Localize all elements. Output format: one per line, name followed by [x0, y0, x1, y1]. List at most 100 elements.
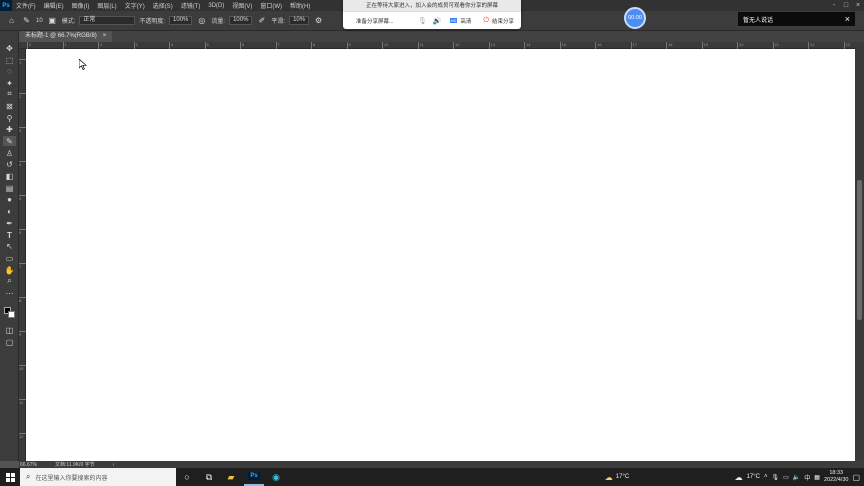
pen-tool-icon[interactable]: ✒	[3, 218, 16, 228]
crop-tool-icon[interactable]: ⌗	[3, 89, 16, 99]
healing-brush-tool-icon[interactable]: ✚	[3, 124, 16, 134]
cortana-icon[interactable]: ○	[177, 468, 197, 486]
share-controls: 准备分享屏幕... 🎙 🔊 HD 高清 ⏻ 结束分享	[343, 14, 521, 27]
quality-label[interactable]: 高清	[460, 17, 471, 25]
pressure-opacity-icon[interactable]: ◎	[196, 15, 207, 26]
brush-panel-icon[interactable]: ▣	[47, 15, 58, 26]
weather-partly-cloudy-icon: ☁	[604, 472, 613, 482]
meeting-app-icon[interactable]: ◉	[266, 468, 286, 486]
blur-tool-icon[interactable]: ●	[3, 194, 16, 204]
smoothing-field[interactable]: 10%	[289, 16, 310, 25]
ruler-tick-label: 6	[19, 229, 26, 235]
windows-start-button[interactable]	[0, 468, 20, 486]
ruler-tick-label: 2	[98, 42, 103, 49]
menu-help[interactable]: 帮助(H)	[286, 1, 314, 10]
frame-tool-icon[interactable]: ⊠	[3, 101, 16, 111]
ruler-tick-label: 6	[240, 42, 245, 49]
tab-bar	[19, 31, 864, 42]
weather-widget[interactable]: ☁ 17°C	[592, 468, 642, 486]
path-select-tool-icon[interactable]: ↖	[3, 241, 16, 251]
microphone-tray-icon[interactable]: 🎙	[772, 474, 780, 481]
network-icon[interactable]: ▭	[783, 474, 789, 481]
status-arrow-icon[interactable]: ›	[113, 462, 115, 468]
speaker-panel-close-icon[interactable]: ×	[845, 14, 850, 24]
speaker-icon[interactable]: 🔊	[433, 17, 442, 25]
stop-share-icon[interactable]: ⏻	[483, 17, 489, 25]
ruler-tick-label: 11	[19, 399, 26, 405]
home-icon[interactable]: ⌂	[6, 15, 17, 26]
rectangle-tool-icon[interactable]: ▭	[3, 253, 16, 263]
ruler-tick-label: 12	[19, 433, 26, 439]
brush-tool-icon-active[interactable]: ✎	[3, 136, 16, 146]
taskbar-search-input[interactable]: ⌕ 在这里输入你要搜索的内容	[20, 468, 176, 486]
document-canvas[interactable]	[26, 49, 855, 461]
ruler-tick-label: 3	[133, 42, 138, 49]
notification-icon[interactable]: ▢	[852, 473, 860, 482]
ruler-tick-label: 8	[19, 297, 26, 303]
document-tab[interactable]: 未标题-1 @ 66.7%(RGB/8) ×	[19, 31, 113, 42]
menu-file[interactable]: 文件(F)	[12, 1, 40, 10]
zoom-tool-icon[interactable]: ⌕	[3, 276, 16, 286]
menu-layer[interactable]: 图层(L)	[93, 1, 120, 10]
clock[interactable]: 18:33 2022/4/30	[824, 470, 848, 484]
stop-share-button[interactable]: 结束分享	[492, 17, 514, 25]
ruler-tick-label: 4	[169, 42, 174, 49]
menu-select[interactable]: 选择(S)	[149, 1, 177, 10]
windows-logo-icon	[5, 472, 15, 482]
ruler-tick-label: 23	[843, 42, 850, 49]
hand-tool-icon[interactable]: ✋	[3, 265, 16, 275]
brush-tool-icon[interactable]: ✎	[21, 15, 32, 26]
quick-select-tool-icon[interactable]: ✦	[3, 78, 16, 88]
menu-window[interactable]: 窗口(W)	[256, 1, 286, 10]
zoom-level[interactable]: 66.67%	[20, 462, 37, 468]
quick-mask-icon[interactable]: ◫	[3, 325, 16, 335]
weather-temp-right[interactable]: 17°C	[747, 474, 760, 480]
file-explorer-icon[interactable]: ▰	[221, 468, 241, 486]
microphone-icon[interactable]: 🎙	[418, 17, 427, 25]
hd-icon: HD	[449, 18, 458, 23]
photoshop-logo-icon: Ps	[0, 0, 12, 11]
marquee-tool-icon[interactable]: ⬚	[3, 55, 16, 65]
type-tool-icon[interactable]: T	[3, 230, 16, 240]
more-tools-icon[interactable]: ⋯	[3, 288, 16, 298]
airbrush-icon[interactable]: ✐	[256, 15, 267, 26]
ruler-tick-label: 21	[772, 42, 779, 49]
screen-mode-icon[interactable]: ▢	[3, 337, 16, 347]
close-window-button[interactable]: ×	[852, 0, 864, 11]
move-tool-icon[interactable]: ✥	[3, 43, 16, 53]
keyboard-icon[interactable]: ▦	[814, 474, 820, 481]
volume-icon[interactable]: 🔈	[793, 474, 800, 481]
window-controls: - □ ×	[828, 0, 864, 11]
menu-view[interactable]: 视图(V)	[228, 1, 256, 10]
eraser-tool-icon[interactable]: ◧	[3, 171, 16, 181]
brush-size[interactable]: 10	[36, 18, 43, 24]
share-notice: 正在等待大家进入，加入会的成员可观看你分享的屏幕	[343, 0, 521, 12]
clone-stamp-tool-icon[interactable]: ♙	[3, 148, 16, 158]
mode-select[interactable]: 正常	[79, 16, 136, 25]
menu-filter[interactable]: 滤镜(T)	[177, 1, 205, 10]
dodge-tool-icon[interactable]: ◐	[3, 206, 16, 216]
maximize-button[interactable]: □	[840, 0, 852, 11]
opacity-field[interactable]: 100%	[169, 16, 193, 25]
recording-timer[interactable]: 00:00	[624, 7, 646, 29]
menu-edit[interactable]: 编辑(E)	[40, 1, 68, 10]
gradient-tool-icon[interactable]: ▤	[3, 183, 16, 193]
ime-indicator[interactable]: 中	[804, 473, 810, 482]
eyedropper-tool-icon[interactable]: ⚲	[3, 113, 16, 123]
ruler-tick-label: 8	[311, 42, 316, 49]
lasso-tool-icon[interactable]: ◌	[3, 66, 16, 76]
tab-close-icon[interactable]: ×	[103, 31, 107, 42]
menu-3d[interactable]: 3D(D)	[204, 3, 228, 9]
menu-type[interactable]: 文字(Y)	[121, 1, 149, 10]
scrollbar-thumb[interactable]	[857, 180, 862, 320]
task-view-icon[interactable]: ⧉	[199, 468, 219, 486]
flow-field[interactable]: 100%	[229, 16, 253, 25]
tray-chevron-icon[interactable]: ˄	[764, 474, 768, 480]
photoshop-taskbar-icon[interactable]: Ps	[244, 468, 264, 486]
ruler-tick-label: 11	[417, 42, 424, 49]
color-swatch-icon[interactable]	[3, 307, 16, 318]
minimize-button[interactable]: -	[828, 0, 840, 11]
menu-image[interactable]: 图像(I)	[68, 1, 94, 10]
settings-gear-icon[interactable]: ⚙	[313, 15, 324, 26]
history-brush-tool-icon[interactable]: ↺	[3, 159, 16, 169]
